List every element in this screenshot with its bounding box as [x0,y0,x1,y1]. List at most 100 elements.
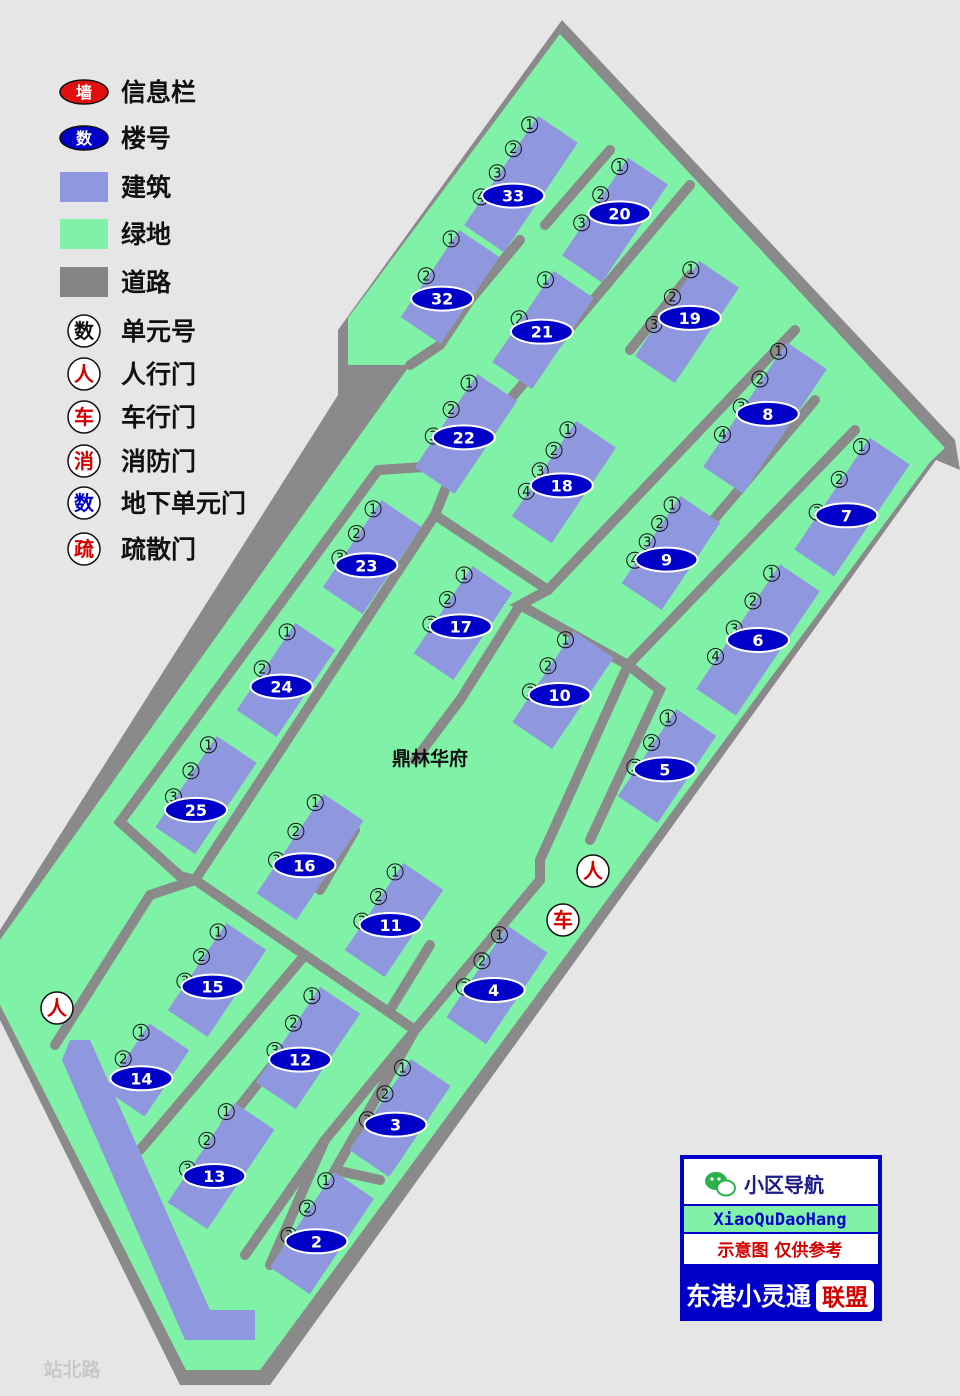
unit-number: 1 [541,273,549,288]
unit-number: 3 [578,216,586,231]
building-number-badge[interactable]: 16 [272,852,337,879]
building-number-badge[interactable]: 24 [249,673,314,700]
unit-number: 1 [561,633,569,648]
building-number-badge[interactable]: 8 [735,400,800,427]
legend-symbol: 数 [74,491,95,515]
brand-tag: 联盟 [822,1285,868,1311]
legend-label: 信息栏 [121,78,196,107]
unit-number: 1 [564,423,572,438]
legend-label: 绿地 [121,220,171,249]
building-number: 13 [203,1167,225,1186]
unit-number: 2 [352,527,360,542]
building-number-badge[interactable]: 4 [461,976,526,1003]
building-number: 19 [679,309,701,328]
unit-number: 2 [292,825,300,840]
legend-symbol: 数 [74,319,95,343]
building-number-badge[interactable]: 19 [657,304,722,331]
unit-number: 2 [381,1087,389,1102]
building-number-badge[interactable]: 13 [182,1162,247,1189]
building-number-badge[interactable]: 14 [109,1065,174,1092]
building-number-badge[interactable]: 22 [431,424,496,451]
unit-number: 1 [283,625,291,640]
building-number: 11 [380,916,402,935]
gate-label: 人 [47,996,68,1020]
legend-symbol: 消 [74,449,94,473]
unit-number: 1 [664,711,672,726]
unit-number: 1 [204,738,212,753]
legend-label: 人行门 [121,360,196,389]
building-number-badge[interactable]: 2 [284,1228,349,1255]
unit-number: 1 [137,1026,145,1041]
building-number-badge[interactable]: 23 [334,552,399,579]
building-number: 24 [270,678,292,697]
legend-label: 单元号 [121,317,196,346]
building-number-badge[interactable]: 7 [814,502,879,529]
building-number-badge[interactable]: 20 [587,200,652,227]
building-number: 6 [752,631,763,650]
legend-item: 疏 疏散门 [67,532,196,566]
vehicle-gate: 车 [546,903,580,937]
unit-number: 1 [465,376,473,391]
unit-number: 1 [222,1105,230,1120]
legend-symbol: 人 [74,362,95,386]
building-number-badge[interactable]: 3 [363,1111,428,1138]
legend-item: 墙 信息栏 [59,78,196,107]
unit-number: 1 [214,925,222,940]
legend-symbol: 墙 [76,83,92,102]
building-number-badge[interactable]: 9 [634,546,699,573]
unit-number: 1 [775,345,783,360]
unit-number: 3 [650,318,658,333]
unit-number: 2 [443,593,451,608]
unit-number: 2 [422,269,430,284]
unit-number: 2 [647,736,655,751]
unit-number: 2 [668,291,676,306]
unit-number: 4 [522,485,530,500]
building-number: 17 [450,617,472,636]
building-number: 5 [659,760,670,779]
pedestrian-gate: 人 [40,991,74,1025]
building-number-badge[interactable]: 6 [726,627,790,653]
pedestrian-gate: 人 [576,854,610,888]
brand-url: XiaoQuDaoHang [713,1210,846,1230]
building-number-badge[interactable]: 12 [268,1046,333,1073]
building-number-badge[interactable]: 11 [358,911,423,938]
unit-number: 2 [835,473,843,488]
unit-number: 1 [668,498,676,513]
building-number-badge[interactable]: 21 [509,318,574,345]
legend-label: 楼号 [121,124,171,153]
building-number: 4 [488,981,499,1000]
unit-number: 2 [509,142,517,157]
gate-label: 人 [583,859,604,883]
building-number: 21 [531,323,553,342]
building-number-badge[interactable]: 5 [632,756,697,783]
unit-number: 1 [311,796,319,811]
street-name-label: 站北路 [43,1358,101,1381]
unit-number: 1 [495,928,503,943]
unit-number: 2 [550,444,558,459]
legend-item: 消 消防门 [67,444,196,478]
building-number-badge[interactable]: 17 [428,613,493,640]
unit-number: 2 [597,188,605,203]
unit-number: 1 [768,567,776,582]
brand-app-title: 小区导航 [744,1173,824,1197]
building-number-badge[interactable]: 15 [180,973,245,1000]
legend-swatch [60,172,108,202]
unit-number: 1 [447,232,455,247]
unit-number: 2 [656,517,664,532]
legend-symbol: 数 [76,129,93,148]
unit-number: 2 [187,764,195,779]
building-number-badge[interactable]: 25 [163,796,228,823]
building-number-badge[interactable]: 32 [410,285,475,312]
unit-number: 1 [616,160,624,175]
unit-number: 2 [544,659,552,674]
building-number: 3 [390,1116,401,1135]
building-number-badge[interactable]: 33 [481,182,546,209]
legend-label: 道路 [121,268,172,297]
unit-number: 3 [493,166,501,181]
building-number-badge[interactable]: 18 [529,472,594,499]
building-number: 2 [311,1232,322,1251]
building-number: 9 [661,551,672,570]
building-number-badge[interactable]: 10 [527,681,592,708]
unit-number: 1 [687,263,695,278]
unit-number: 1 [526,118,534,133]
